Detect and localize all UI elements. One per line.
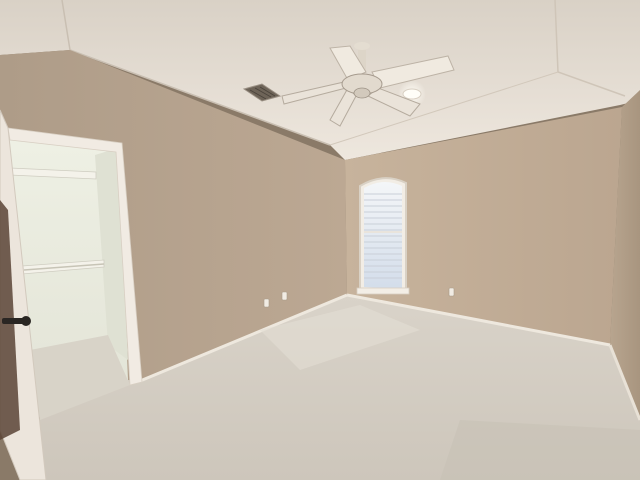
- wall-outlet-icon: [448, 287, 455, 297]
- room-scene: [0, 0, 640, 480]
- fan-light-kit: [353, 87, 371, 99]
- carpet-shadow: [440, 420, 640, 480]
- wall-outlet-icon: [263, 298, 270, 308]
- wall-outlet-icon: [281, 291, 288, 301]
- fan-canopy: [354, 42, 370, 50]
- window-blinds-icon[interactable]: [356, 177, 410, 295]
- window-glass: [364, 181, 402, 289]
- window-sill: [356, 287, 410, 295]
- recessed-light-icon[interactable]: [402, 88, 422, 100]
- door-lever: [2, 318, 24, 324]
